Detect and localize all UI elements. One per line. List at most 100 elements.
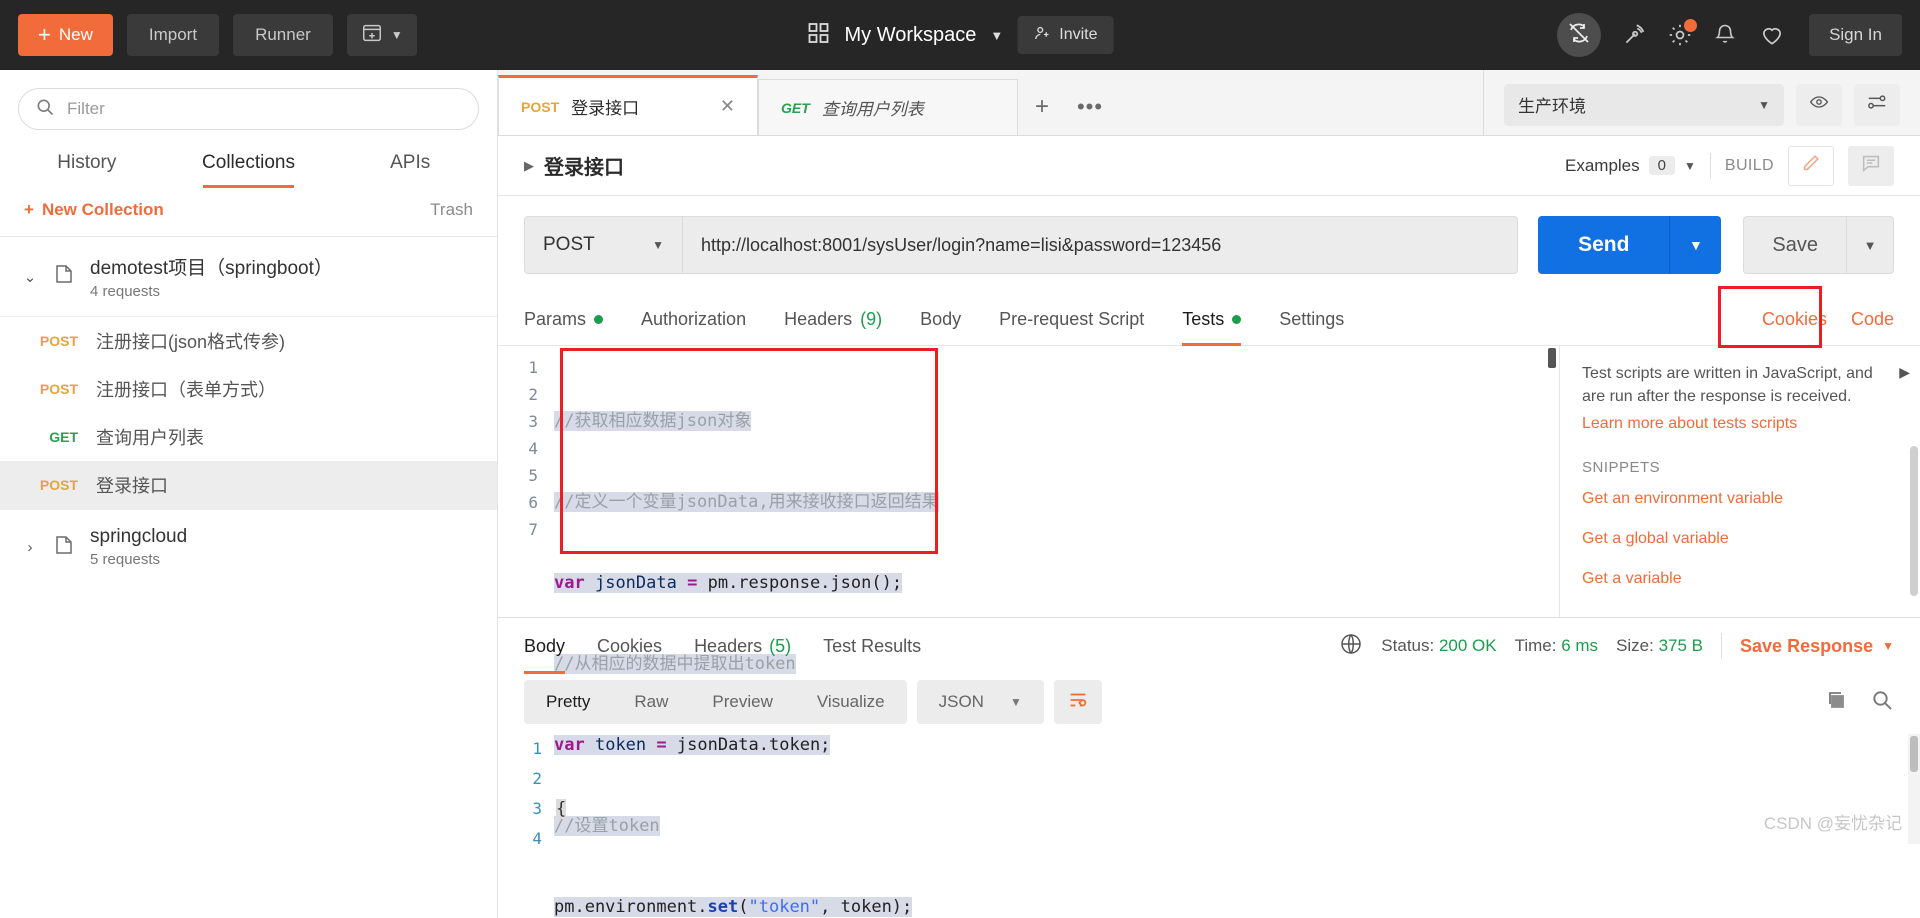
new-button-label: New [58, 25, 93, 44]
code-link[interactable]: Code [1851, 309, 1894, 330]
sync-off-button[interactable] [1557, 13, 1602, 57]
search-input[interactable] [67, 99, 462, 119]
response-tab-test-results[interactable]: Test Results [823, 618, 921, 674]
list-item[interactable]: POST 注册接口(json格式传参) [0, 317, 497, 365]
import-button[interactable]: Import [126, 14, 220, 56]
editor-scrollbar[interactable] [1545, 346, 1559, 617]
list-item[interactable]: GET 查询用户列表 [0, 413, 497, 461]
snippets-scrollbar[interactable] [1910, 446, 1918, 596]
snippet-get-variable[interactable]: Get a variable [1582, 570, 1898, 588]
size-label-text: Size: [1616, 636, 1654, 655]
list-item[interactable]: POST 注册接口（表单方式） [0, 365, 497, 413]
response-tab-cookies[interactable]: Cookies [597, 618, 662, 674]
runner-button-label: Runner [255, 25, 311, 44]
tab-options-button[interactable]: ••• [1066, 79, 1114, 135]
collection-row-springcloud[interactable]: › springcloud 5 requests [0, 509, 497, 584]
search-icon [35, 97, 55, 122]
add-tab-button[interactable]: + [1018, 79, 1066, 135]
broadcast-icon [1621, 24, 1647, 52]
response-body[interactable]: 1 2 3 4 5 { "code": "200", "msg": null, … [498, 734, 1920, 844]
tab-headers[interactable]: Headers (9) [784, 294, 882, 346]
line-number: 2 [532, 769, 542, 788]
collapse-panel-icon[interactable]: ▶ [1899, 364, 1910, 381]
new-button[interactable]: + New [18, 14, 113, 56]
new-collection-button[interactable]: + New Collection [24, 200, 164, 220]
environment-select[interactable]: 生产环境 ▼ [1504, 83, 1784, 126]
chevron-down-icon: ▼ [1683, 158, 1696, 173]
chevron-down-icon: ▼ [1688, 237, 1703, 253]
comment-button[interactable] [1848, 145, 1894, 186]
send-label: Send [1578, 233, 1630, 256]
ellipsis-icon: ••• [1076, 94, 1104, 119]
wrap-lines-button[interactable] [1053, 680, 1102, 724]
response-tab-headers[interactable]: Headers (5) [694, 618, 791, 674]
sidebar-tab-apis[interactable]: APIs [329, 140, 491, 188]
send-button[interactable]: Send [1538, 216, 1670, 274]
invite-button[interactable]: Invite [1017, 16, 1114, 54]
build-label: BUILD [1724, 156, 1774, 174]
tab-query-user-list[interactable]: GET 查询用户列表 [758, 79, 1018, 135]
settings-button[interactable] [1667, 19, 1698, 48]
edit-button[interactable] [1788, 145, 1834, 186]
new-window-button[interactable]: ▼ [346, 14, 417, 56]
size-value: 375 B [1658, 636, 1704, 655]
sign-in-button[interactable]: Sign In [1809, 14, 1902, 56]
save-options-button[interactable]: ▼ [1846, 216, 1894, 274]
filter-box[interactable] [18, 88, 479, 130]
tab-pre-request-script[interactable]: Pre-request Script [999, 294, 1144, 346]
filter-container [0, 70, 497, 140]
code-editor[interactable]: 1 2 3 4 5 6 7 //获取相应数据json对象 //定义一个变量jso… [498, 346, 1560, 917]
runner-button[interactable]: Runner [233, 14, 333, 56]
tab-method: GET [781, 99, 810, 116]
close-icon[interactable]: ✕ [692, 96, 735, 117]
collection-row-demotest[interactable]: ⌄ demotest项目（springboot） 4 requests [0, 237, 497, 316]
code-content[interactable]: //获取相应数据json对象 //定义一个变量jsonData,用来接收接口返回… [550, 354, 939, 917]
learn-more-link[interactable]: Learn more about tests scripts [1582, 415, 1898, 433]
chevron-down-icon: ⌄ [23, 268, 37, 286]
url-input[interactable] [682, 216, 1519, 274]
collection-request-count: 4 requests [90, 283, 161, 300]
snippet-get-environment-variable[interactable]: Get an environment variable [1582, 490, 1898, 508]
notifications-button[interactable] [1713, 22, 1739, 48]
tab-settings[interactable]: Settings [1279, 294, 1344, 346]
copy-button[interactable] [1824, 688, 1848, 717]
chevron-down-icon: ▼ [1882, 639, 1894, 653]
save-response-button[interactable]: Save Response ▼ [1740, 636, 1894, 657]
scrollbar-thumb[interactable] [1548, 348, 1556, 368]
save-response-label: Save Response [1740, 635, 1874, 656]
search-button[interactable] [1870, 688, 1894, 717]
response-tab-body[interactable]: Body [524, 618, 566, 674]
import-button-label: Import [148, 25, 198, 44]
tab-params[interactable]: Params [524, 294, 604, 346]
method-select[interactable]: POST ▼ [524, 216, 682, 274]
line-number: 3 [528, 412, 538, 431]
collection-request-count: 5 requests [90, 551, 161, 568]
sidebar-tab-history[interactable]: History [6, 140, 168, 188]
scrollbar-thumb[interactable] [1910, 736, 1918, 772]
broadcast-button[interactable] [1621, 22, 1647, 48]
tab-login-api[interactable]: POST 登录接口 ✕ [498, 75, 758, 135]
trash-button[interactable]: Trash [430, 200, 473, 220]
examples-selector[interactable]: Examples 0 ▼ [1565, 156, 1696, 176]
response-scrollbar[interactable] [1908, 734, 1920, 844]
tab-count: (9) [860, 309, 883, 329]
favorites-button[interactable] [1759, 22, 1785, 48]
tab-body[interactable]: Body [920, 294, 961, 346]
top-toolbar: + New Import Runner ▼ My Workspace ▼ Inv… [0, 0, 1920, 70]
environment-manage-button[interactable] [1854, 83, 1900, 126]
sidebar-tab-collections[interactable]: Collections [168, 140, 330, 188]
folder-icon [52, 533, 76, 562]
environment-area: 生产环境 ▼ [1483, 70, 1920, 135]
request-name: 注册接口（表单方式） [96, 380, 276, 400]
chevron-right-icon[interactable]: ▶ [524, 158, 534, 174]
send-options-button[interactable]: ▼ [1669, 216, 1722, 274]
save-button[interactable]: Save [1743, 216, 1846, 274]
workspace-selector[interactable]: My Workspace ▼ Invite [806, 16, 1114, 54]
environment-quick-look-button[interactable] [1796, 83, 1842, 126]
snippet-get-global-variable[interactable]: Get a global variable [1582, 530, 1898, 548]
tab-tests[interactable]: Tests [1182, 294, 1242, 346]
list-item-selected[interactable]: POST 登录接口 [0, 461, 497, 509]
cookies-link[interactable]: Cookies [1762, 309, 1827, 330]
tab-authorization[interactable]: Authorization [641, 294, 746, 346]
code-editor-box[interactable]: 1 2 3 4 5 6 7 //获取相应数据json对象 //定义一个变量jso… [498, 346, 1559, 917]
